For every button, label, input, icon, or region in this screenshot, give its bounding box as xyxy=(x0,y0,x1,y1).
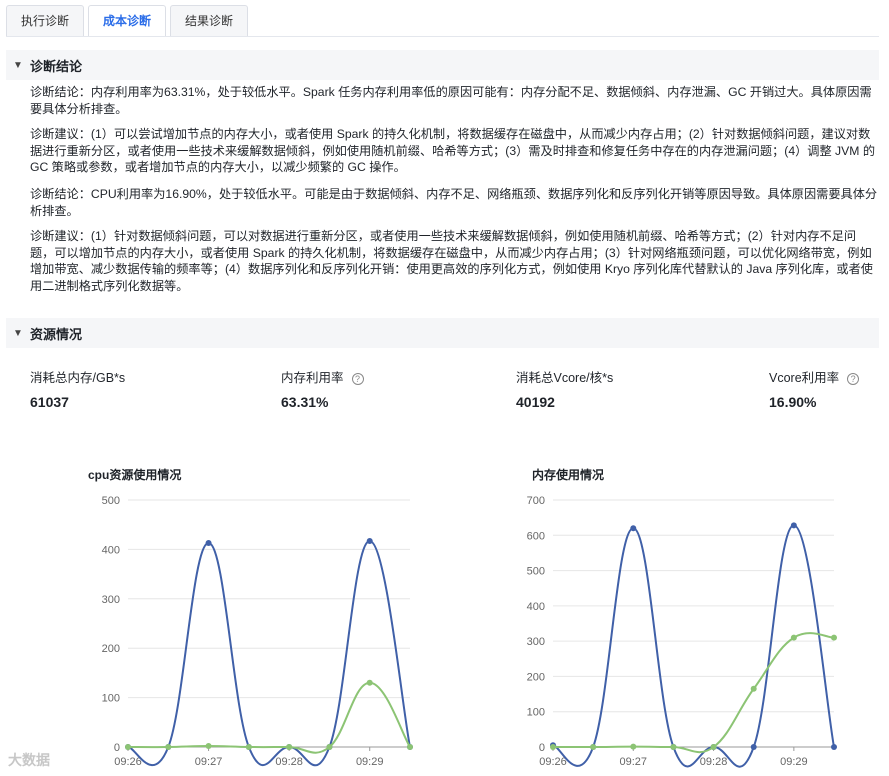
metric-memory-utilization-label: 内存利用率? xyxy=(281,367,364,386)
data-point[interactable] xyxy=(326,744,333,750)
data-point[interactable] xyxy=(366,538,373,545)
y-tick-label: 600 xyxy=(527,530,545,542)
data-point[interactable] xyxy=(670,744,677,750)
memory-chart-title: 内存使用情况 xyxy=(532,468,605,482)
y-tick-label: 100 xyxy=(527,707,545,719)
y-tick-label: 0 xyxy=(114,742,120,754)
y-tick-label: 300 xyxy=(527,636,545,648)
metric-label-text: 内存利用率 xyxy=(281,371,344,385)
x-tick-label: 09:29 xyxy=(356,756,384,768)
x-tick-label: 09:29 xyxy=(780,756,808,768)
metric-total-vcore-label: 消耗总Vcore/核*s xyxy=(516,367,613,386)
chevron-down-icon[interactable]: ▼ xyxy=(6,328,30,339)
metric-vcore-utilization-label: Vcore利用率? xyxy=(769,367,860,386)
y-tick-label: 200 xyxy=(102,643,120,655)
chevron-down-icon[interactable]: ▼ xyxy=(6,60,30,71)
data-point[interactable] xyxy=(366,679,373,686)
data-point[interactable] xyxy=(407,744,413,750)
data-point[interactable] xyxy=(590,744,597,750)
data-point[interactable] xyxy=(205,539,212,546)
data-point[interactable] xyxy=(125,744,131,750)
data-point[interactable] xyxy=(750,744,757,750)
y-tick-label: 300 xyxy=(102,594,120,606)
metric-total-memory-value: 61037 xyxy=(30,394,69,410)
series-line xyxy=(127,540,411,767)
diagnosis-suggestion-cpu: 诊断建议：(1）针对数据倾斜问题，可以对数据进行重新分区，或者使用一些技术来缓解… xyxy=(30,229,873,293)
diagnosis-conclusion-cpu: 诊断结论：CPU利用率为16.90%，处于较低水平。可能是由于数据倾斜、内存不足… xyxy=(30,187,878,218)
tab-execution-diagnosis[interactable]: 执行诊断 xyxy=(6,5,85,37)
data-point[interactable] xyxy=(550,744,556,750)
metric-vcore-utilization-value: 16.90% xyxy=(769,394,817,410)
y-tick-label: 400 xyxy=(102,544,120,556)
data-point[interactable] xyxy=(831,634,837,641)
memory-usage-chart: 0 100 200 300 400 500 600 700 09:26 09:27 09:28 09:… xyxy=(527,495,837,768)
metric-memory-utilization-value: 63.31% xyxy=(281,394,329,410)
diagnosis-section-title: 诊断结论 xyxy=(30,58,83,74)
cpu-usage-chart: 0 100 200 300 400 500 09:26 09:27 09:28 09:29 xyxy=(102,495,413,768)
metric-label-text: Vcore利用率 xyxy=(769,371,840,385)
x-tick-label: 09:28 xyxy=(275,756,303,768)
data-point[interactable] xyxy=(630,743,637,750)
data-point[interactable] xyxy=(750,685,757,692)
data-point[interactable] xyxy=(165,744,172,750)
data-point[interactable] xyxy=(790,634,797,641)
y-tick-label: 500 xyxy=(527,566,545,578)
diagnosis-section-header[interactable]: ▼ 诊断结论 xyxy=(6,50,879,80)
y-tick-label: 0 xyxy=(539,742,545,754)
brand-watermark: 大数据 xyxy=(8,752,50,768)
metric-total-memory-label: 消耗总内存/GB*s xyxy=(30,367,125,386)
resources-section-title: 资源情况 xyxy=(30,326,83,342)
x-tick-label: 09:26 xyxy=(539,756,567,768)
tab-result-diagnosis[interactable]: 结果诊断 xyxy=(170,5,249,37)
x-tick-label: 09:27 xyxy=(620,756,648,768)
diagnosis-conclusion-memory: 诊断结论：内存利用率为63.31%，处于较低水平。Spark 任务内存利用率低的… xyxy=(30,85,872,116)
data-point[interactable] xyxy=(245,744,252,750)
tab-bar: 执行诊断 成本诊断 结果诊断 xyxy=(6,5,252,37)
x-tick-label: 09:26 xyxy=(114,756,142,768)
y-tick-label: 500 xyxy=(102,495,120,507)
question-circle-icon[interactable]: ? xyxy=(847,372,860,385)
y-tick-label: 700 xyxy=(527,495,545,507)
data-point[interactable] xyxy=(205,743,212,750)
x-tick-label: 09:28 xyxy=(700,756,728,768)
question-circle-icon[interactable]: ? xyxy=(351,372,364,385)
metric-label-text: 消耗总Vcore/核*s xyxy=(516,371,614,385)
tab-divider xyxy=(6,36,879,37)
data-point[interactable] xyxy=(790,522,797,529)
series-line xyxy=(552,524,835,768)
data-point[interactable] xyxy=(286,744,293,750)
series-line xyxy=(552,632,835,754)
diagnosis-suggestion-memory: 诊断建议：(1）可以尝试增加节点的内存大小，或者使用 Spark 的持久化机制，… xyxy=(30,127,876,174)
metric-label-text: 消耗总内存/GB*s xyxy=(30,371,126,385)
metric-total-vcore-value: 40192 xyxy=(516,394,555,410)
data-point[interactable] xyxy=(710,744,717,750)
cpu-chart-title: cpu资源使用情况 xyxy=(88,468,182,482)
y-tick-label: 100 xyxy=(102,693,120,705)
data-point[interactable] xyxy=(831,744,837,750)
resources-section-header[interactable]: ▼ 资源情况 xyxy=(6,318,879,348)
y-tick-label: 400 xyxy=(527,601,545,613)
y-tick-label: 200 xyxy=(527,671,545,683)
tab-cost-diagnosis[interactable]: 成本诊断 xyxy=(88,5,167,37)
x-tick-label: 09:27 xyxy=(195,756,223,768)
data-point[interactable] xyxy=(630,525,637,532)
